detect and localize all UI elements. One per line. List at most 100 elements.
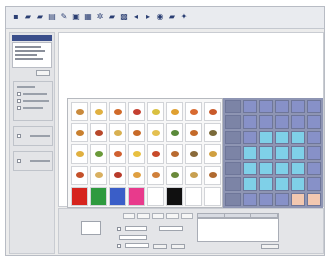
arrow-left-icon[interactable]: ◂ — [131, 12, 141, 22]
print-icon[interactable]: ▰ — [167, 12, 177, 22]
key-cell[interactable] — [225, 146, 241, 160]
key-cell[interactable] — [307, 100, 321, 114]
key-cell[interactable] — [259, 161, 273, 176]
key-cell[interactable] — [275, 177, 289, 191]
property-field[interactable] — [125, 226, 147, 231]
symbol-cell[interactable] — [185, 186, 202, 206]
symbol-cell[interactable] — [166, 144, 183, 164]
page-list[interactable] — [12, 42, 52, 68]
key-cell[interactable] — [225, 130, 241, 145]
key-cell[interactable] — [291, 100, 305, 114]
symbol-cell[interactable] — [204, 123, 221, 143]
key-cell[interactable] — [225, 161, 241, 176]
key-cell[interactable] — [291, 130, 305, 145]
symbol-cell[interactable] — [71, 186, 88, 206]
key-cell[interactable] — [307, 177, 321, 191]
key-cell[interactable] — [243, 192, 257, 206]
symbol-cell[interactable] — [109, 165, 126, 185]
key-cell[interactable] — [307, 146, 321, 160]
symbol-cell[interactable] — [166, 186, 183, 206]
key-cell[interactable] — [243, 130, 257, 145]
key-cell[interactable] — [291, 192, 305, 206]
key-cell[interactable] — [225, 192, 241, 206]
key-cell[interactable] — [275, 100, 289, 114]
symbol-cell[interactable] — [204, 186, 221, 206]
symbol-cell[interactable] — [185, 102, 202, 122]
key-cell[interactable] — [243, 100, 257, 114]
style-option[interactable] — [166, 213, 179, 219]
style-option[interactable] — [151, 213, 165, 219]
option-checkbox[interactable] — [17, 106, 21, 110]
key-cell[interactable] — [291, 161, 305, 176]
save-icon[interactable]: ▰ — [35, 12, 45, 22]
style-option[interactable] — [123, 213, 136, 219]
folder-icon[interactable]: ▰ — [107, 12, 117, 22]
key-cell[interactable] — [275, 146, 289, 160]
arrow-right-icon[interactable]: ▸ — [143, 12, 153, 22]
close-button[interactable] — [261, 244, 279, 249]
symbol-cell[interactable] — [90, 186, 107, 206]
open-icon[interactable]: ▰ — [23, 12, 33, 22]
symbol-cell[interactable] — [204, 165, 221, 185]
symbol-cell[interactable] — [204, 102, 221, 122]
item-list[interactable] — [197, 218, 279, 242]
key-cell[interactable] — [307, 130, 321, 145]
property-checkbox[interactable] — [117, 244, 121, 248]
setting-checkbox[interactable] — [17, 159, 21, 163]
symbol-cell[interactable] — [128, 123, 145, 143]
pencil-icon[interactable]: ✎ — [59, 12, 69, 22]
key-cell[interactable] — [275, 161, 289, 176]
property-field-3[interactable] — [119, 235, 147, 240]
style-option[interactable] — [137, 213, 150, 219]
list-column-header[interactable] — [198, 214, 225, 217]
symbol-cell[interactable] — [71, 102, 88, 122]
apply-button[interactable] — [153, 244, 167, 249]
key-cell[interactable] — [259, 130, 273, 145]
symbol-cell[interactable] — [166, 123, 183, 143]
style-option[interactable] — [180, 213, 194, 219]
symbol-cell[interactable] — [71, 165, 88, 185]
settings-icon[interactable]: ✲ — [95, 12, 105, 22]
symbol-cell[interactable] — [128, 102, 145, 122]
list-column-header[interactable] — [251, 214, 279, 217]
symbol-cell[interactable] — [166, 102, 183, 122]
key-cell[interactable] — [259, 100, 273, 114]
key-cell[interactable] — [307, 161, 321, 176]
ok-button[interactable] — [171, 244, 185, 249]
symbol-cell[interactable] — [185, 123, 202, 143]
key-cell[interactable] — [291, 115, 305, 129]
setting-checkbox[interactable] — [17, 134, 21, 138]
symbol-cell[interactable] — [71, 144, 88, 164]
symbol-cell[interactable] — [185, 165, 202, 185]
symbol-cell[interactable] — [90, 102, 107, 122]
property-checkbox[interactable] — [117, 227, 121, 231]
layout-icon[interactable]: ▩ — [119, 12, 129, 22]
symbol-cell[interactable] — [166, 165, 183, 185]
property-field-4[interactable] — [125, 243, 149, 248]
key-cell[interactable] — [291, 177, 305, 191]
copy-icon[interactable]: ▤ — [47, 12, 57, 22]
key-cell[interactable] — [259, 115, 273, 129]
symbol-cell[interactable] — [147, 186, 164, 206]
panel-button[interactable] — [36, 70, 50, 76]
option-checkbox[interactable] — [17, 92, 21, 96]
key-cell[interactable] — [225, 100, 241, 114]
key-cell[interactable] — [307, 115, 321, 129]
design-canvas[interactable] — [58, 32, 324, 208]
symbol-cell[interactable] — [147, 102, 164, 122]
symbol-cell[interactable] — [90, 123, 107, 143]
key-cell[interactable] — [243, 146, 257, 160]
key-cell[interactable] — [225, 177, 241, 191]
symbol-cell[interactable] — [90, 144, 107, 164]
symbol-cell[interactable] — [109, 144, 126, 164]
image-icon[interactable]: ▣ — [71, 12, 81, 22]
zoom-icon[interactable]: ◉ — [155, 12, 165, 22]
key-cell[interactable] — [225, 115, 241, 129]
symbol-cell[interactable] — [147, 123, 164, 143]
key-cell[interactable] — [243, 177, 257, 191]
symbol-cell[interactable] — [185, 144, 202, 164]
symbol-cell[interactable] — [109, 186, 126, 206]
key-cell[interactable] — [243, 115, 257, 129]
key-cell[interactable] — [275, 192, 289, 206]
symbol-cell[interactable] — [109, 123, 126, 143]
